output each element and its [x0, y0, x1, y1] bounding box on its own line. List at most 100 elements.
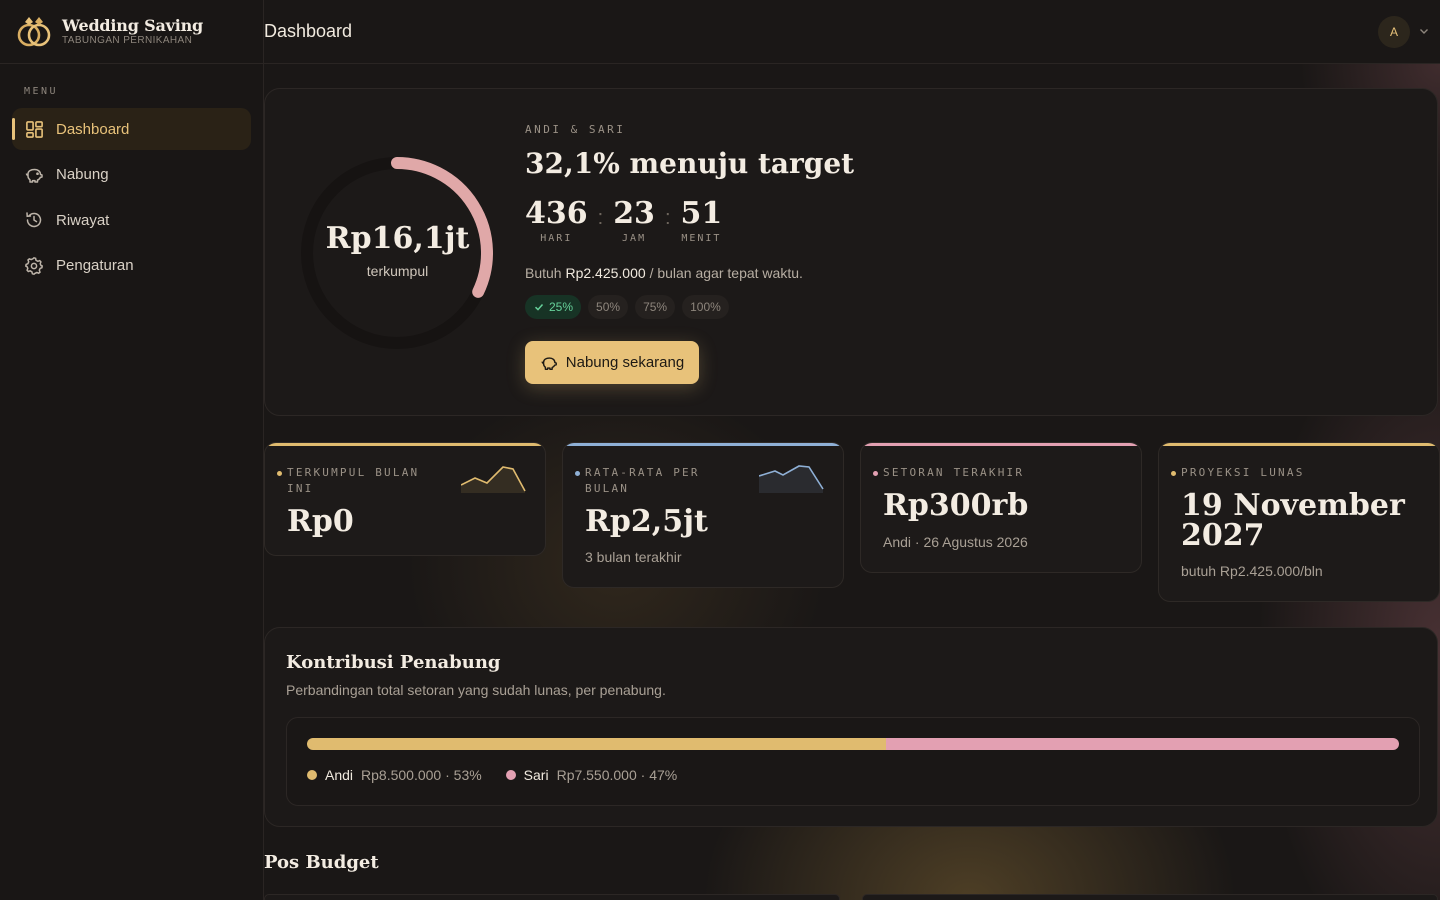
countdown-value: 436 [525, 196, 588, 231]
stat-value: Rp2,5jt [585, 504, 708, 539]
top-header: Dashboard A [264, 0, 1440, 64]
history-icon [24, 210, 44, 230]
sidebar-item-label: Dashboard [56, 120, 130, 138]
stat-label: TERKUMPUL BULAN INI [277, 465, 437, 497]
stat-label: SETORAN TERAKHIR [873, 465, 1123, 481]
milestone-chip: 75% [635, 295, 676, 319]
budget-section-title: Pos Budget [264, 852, 379, 873]
sidebar-item-label: Nabung [56, 166, 109, 183]
stat-accent-bar [1159, 443, 1439, 446]
stat-subtext: Andi · 26 Agustus 2026 [883, 534, 1028, 550]
page-title: Dashboard [264, 21, 353, 41]
sidebar-item-dashboard[interactable]: Dashboard [12, 108, 251, 150]
sidebar-item-nabung[interactable]: Nabung [12, 154, 251, 196]
avatar[interactable]: A [1378, 16, 1410, 48]
sidebar: Wedding Saving TABUNGAN PERNIKAHAN MENU … [0, 0, 264, 900]
stat-value: 19 November 2027 [1181, 488, 1405, 553]
stat-label: RATA-RATA PER BULAN [575, 465, 735, 497]
milestone-chips: 25% 50% 75% 100% [525, 295, 729, 319]
countdown-value: 51 [680, 196, 723, 231]
contribution-segment-sari [885, 738, 1399, 750]
stat-label: PROYEKSI LUNAS [1171, 465, 1421, 481]
need-suffix: / bulan agar tepat waktu. [649, 265, 803, 281]
countdown-unit: JAM [622, 233, 647, 244]
stat-value: Rp0 [287, 504, 354, 539]
legend-dot [505, 770, 516, 780]
stat-accent-bar [861, 443, 1141, 446]
stat-value: Rp300rb [883, 488, 1029, 523]
milestone-label: 50% [596, 300, 621, 314]
contribution-panel: Andi Rp8.500.000 · 53% Sari Rp7.550.000 … [286, 717, 1420, 806]
budget-card [862, 894, 1438, 900]
menu-label: MENU [24, 86, 59, 97]
chevron-down-icon[interactable] [1418, 24, 1430, 38]
contribution-bar [307, 738, 1399, 750]
countdown-separator: : [664, 207, 671, 229]
countdown-unit: HARI [540, 233, 573, 244]
sidebar-item-label: Pengaturan [56, 257, 134, 274]
countdown-days: 436 HARI [525, 196, 588, 245]
gear-icon [24, 256, 44, 276]
contribution-legend: Andi Rp8.500.000 · 53% Sari Rp7.550.000 … [307, 767, 701, 783]
countdown-minutes: 51 MENIT [680, 196, 723, 245]
sparkline-chart [461, 466, 526, 493]
dashboard-grid-icon [24, 119, 44, 139]
legend-name: Andi [325, 767, 354, 783]
countdown: 436 HARI : 23 JAM : 51 MENIT [525, 196, 723, 245]
legend-item-sari: Sari Rp7.550.000 · 47% [505, 767, 678, 783]
stat-dot [575, 471, 580, 476]
milestone-chip: 100% [682, 295, 729, 319]
stat-dot [873, 471, 878, 476]
sidebar-nav: Dashboard Nabung Riwayat Pengaturan [12, 108, 251, 290]
brand-title: Wedding Saving [62, 15, 204, 35]
stat-card-average: RATA-RATA PER BULAN Rp2,5jt 3 bulan tera… [562, 442, 844, 588]
legend-value: Rp7.550.000 · 47% [556, 767, 678, 783]
brand-subtitle: TABUNGAN PERNIKAHAN [62, 34, 193, 46]
monthly-need-text: Butuh Rp2.425.000 / bulan agar tepat wak… [525, 265, 803, 281]
milestone-chip: 50% [588, 295, 629, 319]
sidebar-item-riwayat[interactable]: Riwayat [12, 199, 251, 241]
collected-label: terkumpul [366, 263, 429, 279]
save-now-button[interactable]: Nabung sekarang [525, 341, 699, 384]
stat-card-this-month: TERKUMPUL BULAN INI Rp0 [264, 442, 546, 556]
couple-names: ANDI & SARI [525, 123, 626, 136]
stat-dot [277, 471, 282, 476]
legend-name: Sari [523, 767, 549, 783]
milestone-label: 100% [690, 300, 721, 314]
countdown-value: 23 [613, 196, 655, 231]
contribution-subtitle: Perbandingan total setoran yang sudah lu… [286, 682, 666, 698]
save-now-label: Nabung sekarang [565, 354, 685, 371]
legend-dot [307, 770, 317, 780]
milestone-chip: 25% [525, 295, 582, 319]
stat-accent-bar [563, 443, 843, 446]
sparkline-chart [759, 465, 824, 493]
progress-hero-card: Rp16,1jt terkumpul ANDI & SARI 32,1% men… [264, 88, 1438, 416]
sidebar-item-label: Riwayat [56, 211, 110, 229]
contribution-segment-andi [307, 738, 886, 750]
legend-value: Rp8.500.000 · 53% [361, 767, 482, 783]
stat-subtext: 3 bulan terakhir [585, 549, 682, 565]
rings-logo-icon [17, 16, 51, 46]
legend-item-andi: Andi Rp8.500.000 · 53% [307, 767, 482, 783]
brand[interactable]: Wedding Saving TABUNGAN PERNIKAHAN [0, 0, 263, 64]
countdown-unit: MENIT [681, 233, 722, 244]
contribution-title: Kontribusi Penabung [286, 652, 501, 673]
countdown-separator: : [597, 207, 604, 229]
collected-amount: Rp16,1jt [325, 221, 470, 256]
progress-title: 32,1% menuju target [525, 147, 855, 180]
check-icon [534, 304, 544, 311]
need-amount: Rp2.425.000 [565, 265, 646, 281]
contribution-card: Kontribusi Penabung Perbandingan total s… [264, 627, 1438, 827]
milestone-label: 25% [549, 300, 574, 314]
stat-card-projection: PROYEKSI LUNAS 19 November 2027 butuh Rp… [1158, 442, 1440, 602]
stat-accent-bar [265, 443, 545, 446]
milestone-label: 75% [643, 300, 668, 314]
stat-dot [1171, 471, 1176, 476]
piggy-bank-icon [540, 354, 558, 372]
countdown-hours: 23 JAM [613, 196, 655, 245]
budget-card [264, 894, 840, 900]
piggy-bank-icon [24, 165, 44, 185]
sidebar-item-pengaturan[interactable]: Pengaturan [12, 245, 251, 287]
stat-subtext: butuh Rp2.425.000/bln [1181, 563, 1323, 579]
stat-card-last-deposit: SETORAN TERAKHIR Rp300rb Andi · 26 Agust… [860, 442, 1142, 573]
